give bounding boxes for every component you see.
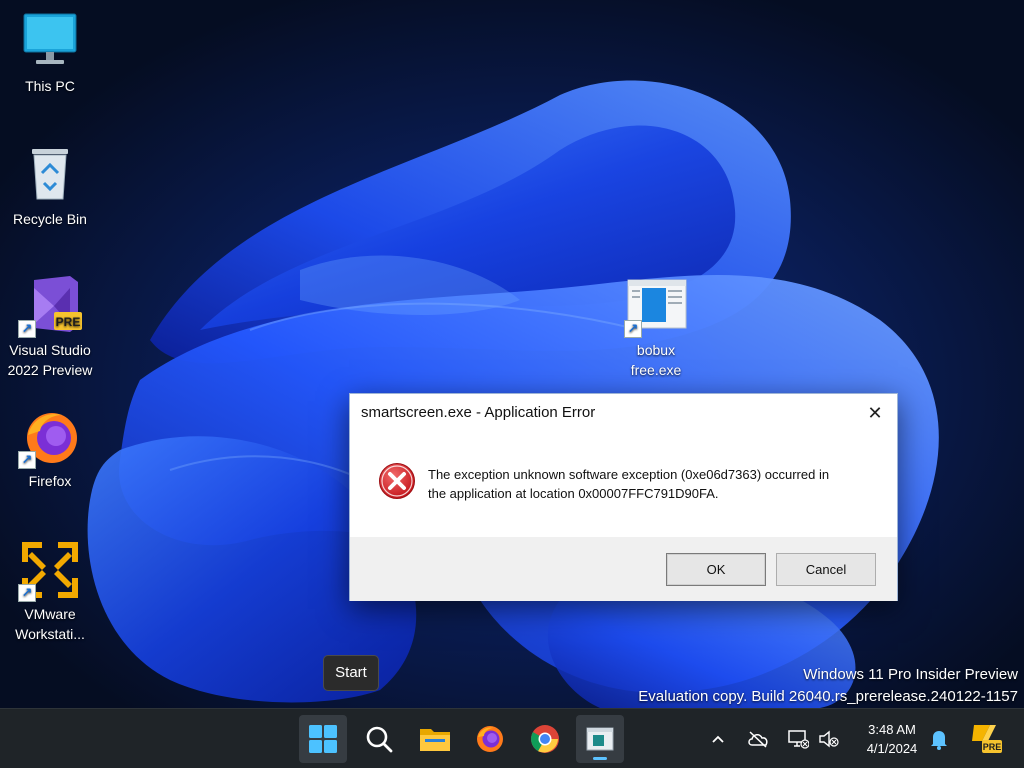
bell-icon [931,731,947,750]
desktop-icon-visual-studio[interactable]: PRE ↗ Visual Studio 2022 Preview [2,274,98,380]
desktop-icon-label-line2: Workstati... [15,626,85,642]
start-tooltip: Start [323,655,379,691]
chrome-icon [531,725,559,753]
error-icon [378,462,416,500]
shortcut-arrow-icon: ↗ [18,320,36,338]
error-message: The exception unknown software exception… [428,465,878,503]
start-button[interactable] [299,715,347,763]
dialog-button-bar: OK Cancel [350,537,897,601]
vmware-icon: ↗ [18,538,82,602]
clock-button[interactable]: 3:48 AM 4/1/2024 [852,720,932,758]
ok-button[interactable]: OK [666,553,766,586]
volume-muted-icon [819,730,839,748]
insider-preview-button[interactable]: PRE [968,721,1002,755]
start-icon [309,725,337,753]
search-button[interactable] [355,715,403,763]
app-window-icon [586,727,614,751]
firefox-taskbar-button[interactable] [466,715,514,763]
monitor-icon [18,10,82,74]
onedrive-button[interactable] [746,727,770,751]
watermark-line1: Windows 11 Pro Insider Preview [803,666,1018,683]
application-error-dialog: smartscreen.exe - Application Error ✕ Th… [349,393,898,601]
chrome-taskbar-button[interactable] [521,715,569,763]
dialog-body: The exception unknown software exception… [350,432,897,537]
file-explorer-button[interactable] [411,715,459,763]
watermark-line2: Evaluation copy. Build 26040.rs_prerelea… [638,688,1018,705]
active-indicator [593,757,607,760]
clock-date: 4/1/2024 [866,741,918,756]
show-hidden-icons-button[interactable] [706,727,730,751]
desktop-icon-label-line2: 2022 Preview [7,362,93,378]
desktop-icon-this-pc[interactable]: This PC [2,10,98,96]
volume-button[interactable] [817,727,841,751]
search-icon [366,726,393,753]
close-icon: ✕ [867,403,883,423]
desktop-icon-recycle-bin[interactable]: Recycle Bin [2,143,98,229]
chevron-up-icon [712,735,724,743]
desktop-icon-label-line1: VMware [24,606,76,622]
notifications-button[interactable] [927,727,951,751]
desktop-icon-label-line2: free.exe [630,362,682,378]
error-message-line1: The exception unknown software exception… [428,467,830,482]
windows-watermark: Windows 11 Pro Insider Preview Evaluatio… [638,664,1018,708]
taskbar: 3:48 AM 4/1/2024 PRE [0,708,1024,768]
clock-time: 3:48 AM [868,722,916,737]
file-explorer-icon [420,729,450,751]
desktop-icon-label: Firefox [28,473,72,489]
desktop-icon-label: This PC [25,78,75,94]
insider-preview-icon: PRE [972,725,1002,753]
shortcut-arrow-icon: ↗ [624,320,642,338]
desktop-icon-firefox[interactable]: ↗ Firefox [2,405,98,491]
wallpaper [0,0,1024,708]
desktop-icon-vmware[interactable]: ↗ VMware Workstati... [2,538,98,644]
desktop-icon-bobux[interactable]: ↗ bobux free.exe [608,274,704,380]
shortcut-arrow-icon: ↗ [18,451,36,469]
dialog-close-button[interactable]: ✕ [853,394,897,432]
error-app-taskbar-button[interactable] [576,715,624,763]
onedrive-icon [748,731,768,748]
firefox-icon: ↗ [18,405,82,469]
svg-text:PRE: PRE [56,315,81,329]
svg-text:PRE: PRE [983,742,1002,752]
firefox-icon [477,726,503,752]
desktop-icon-label-line1: bobux [636,342,676,358]
visual-studio-icon: PRE ↗ [18,274,82,338]
network-icon [788,730,809,749]
dialog-title: smartscreen.exe - Application Error [361,404,596,421]
recycle-bin-icon [18,143,82,207]
network-button[interactable] [786,727,810,751]
exe-file-icon: ↗ [624,274,688,338]
error-message-line2: the application at location 0x00007FFC79… [428,486,719,501]
desktop-icon-label-line1: Visual Studio [9,342,91,358]
shortcut-arrow-icon: ↗ [18,584,36,602]
cancel-button[interactable]: Cancel [776,553,876,586]
desktop-icon-label: Recycle Bin [13,211,87,227]
